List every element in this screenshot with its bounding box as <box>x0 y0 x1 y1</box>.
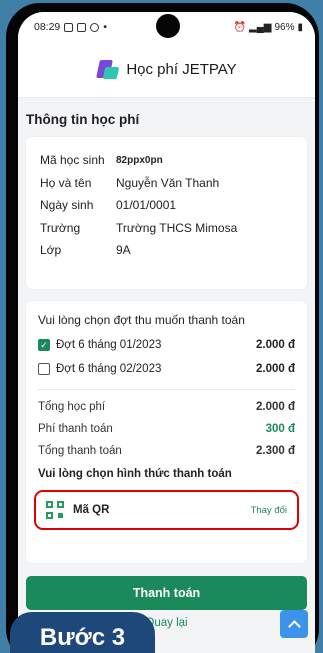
pay-button[interactable]: Thanh toán <box>26 576 307 610</box>
student-class: 9A <box>116 243 131 258</box>
total-fee-value: 2.000 đ <box>256 401 295 413</box>
info-row-full-name: Họ và tên Nguyễn Văn Thanh <box>40 175 220 190</box>
checkbox-unchecked-icon[interactable] <box>38 363 50 375</box>
total-fee-row: Tổng học phí 2.000 đ <box>38 401 295 413</box>
info-row-student-code: Mã học sinh 82ppx0pn <box>40 153 163 168</box>
status-time: 08:29 <box>34 21 61 33</box>
battery-icon: ▮ <box>297 21 303 33</box>
payment-method-name: Mã QR <box>73 504 110 516</box>
student-name: Nguyễn Văn Thanh <box>116 175 220 190</box>
payment-fee-value: 300 đ <box>265 423 295 435</box>
student-code: 82ppx0pn <box>116 154 163 166</box>
period-amount: 2.000 đ <box>256 363 295 375</box>
messenger-icon <box>90 22 100 32</box>
payment-method-selector[interactable]: Mã QR Thay đổi <box>34 490 299 530</box>
status-bar: 08:29 • ⏰ ▂▄▆ 96% ▮ <box>18 12 315 42</box>
section-title: Thông tin học phí <box>26 112 140 127</box>
student-birth-date: 01/01/0001 <box>116 198 177 213</box>
change-method-link[interactable]: Thay đổi <box>251 505 287 516</box>
period-amount: 2.000 đ <box>256 339 295 351</box>
app-title: Học phí JETPAY <box>126 61 237 78</box>
grand-total-row: Tổng thanh toán 2.300 đ <box>38 445 295 457</box>
phone-screen: 08:29 • ⏰ ▂▄▆ 96% ▮ Học phí JETPAY Thông… <box>18 12 315 653</box>
checkbox-checked-icon[interactable]: ✓ <box>38 339 50 351</box>
info-row-class: Lớp 9A <box>40 243 131 258</box>
app-header: Học phí JETPAY <box>18 42 315 98</box>
info-row-birth-date: Ngày sinh 01/01/0001 <box>40 198 177 213</box>
student-school: Trường THCS Mimosa <box>116 220 238 235</box>
info-row-school: Trường Trường THCS Mimosa <box>40 220 238 235</box>
divider <box>38 389 295 390</box>
scroll-to-top-button[interactable] <box>280 610 308 638</box>
alarm-icon: ⏰ <box>233 21 246 33</box>
payment-method-prompt: Vui lòng chọn hình thức thanh toán <box>38 468 232 480</box>
signal-icon: ▂▄▆ <box>249 21 272 33</box>
jetpay-logo-icon <box>96 59 120 81</box>
dot-icon: • <box>103 21 107 33</box>
front-camera <box>156 14 180 38</box>
payment-fee-row: Phí thanh toán 300 đ <box>38 423 295 435</box>
payment-card: Vui lòng chọn đợt thu muốn thanh toán ✓ … <box>26 301 307 563</box>
gallery-icon <box>64 22 74 32</box>
qr-code-icon <box>46 501 64 519</box>
student-info-card: Mã học sinh 82ppx0pn Họ và tên Nguyễn Vă… <box>26 137 307 289</box>
period-option-2[interactable]: Đợt 6 tháng 02/2023 2.000 đ <box>38 357 295 381</box>
period-option-1[interactable]: ✓ Đợt 6 tháng 01/2023 2.000 đ <box>38 333 295 357</box>
battery-level: 96% <box>274 21 295 33</box>
chevron-up-icon <box>287 619 301 633</box>
step-badge: Bước 3 <box>10 612 155 653</box>
grand-total-value: 2.300 đ <box>256 445 295 457</box>
mail-icon <box>77 22 87 32</box>
choose-period-label: Vui lòng chọn đợt thu muốn thanh toán <box>38 313 245 327</box>
